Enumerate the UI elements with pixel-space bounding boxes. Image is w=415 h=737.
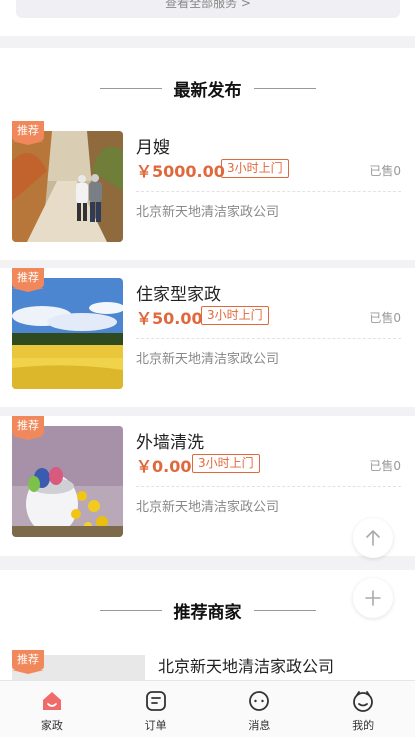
tab-messages[interactable]: 消息	[208, 681, 312, 737]
recommend-tag: 推荐	[12, 650, 44, 674]
home-icon	[42, 692, 61, 710]
view-all-services-button[interactable]: 查看全部服务 >	[16, 0, 400, 18]
tab-label: 订单	[144, 719, 167, 732]
tab-label: 消息	[248, 719, 271, 732]
listing-image	[12, 426, 123, 537]
merchants-section-header: 推荐商家	[0, 570, 415, 650]
sold-count: 已售0	[369, 459, 401, 473]
profile-icon	[353, 691, 374, 712]
merchant-name: 北京新天地清洁家政公司	[158, 657, 335, 676]
listing-title: 月嫂	[136, 138, 170, 158]
tab-label: 家政	[40, 719, 63, 732]
sold-count: 已售0	[369, 311, 401, 325]
divider-line	[253, 87, 316, 89]
arrival-time-badge: 3小时上门	[221, 159, 289, 178]
listing-image	[12, 278, 123, 389]
message-icon	[249, 691, 270, 711]
listing-card[interactable]: 推荐 月嫂 ￥5000.00 3小时上门 已售0 北京新天地清洁家政公司	[0, 121, 415, 260]
recommend-tag: 推荐	[12, 416, 44, 440]
plus-icon	[365, 590, 381, 606]
divider-line	[99, 87, 162, 89]
order-icon	[145, 691, 166, 711]
listing-price: ￥5000.00	[136, 162, 225, 181]
listing-company: 北京新天地清洁家政公司	[136, 352, 280, 367]
arrival-time-badge: 3小时上门	[201, 306, 269, 325]
latest-section-header: 最新发布	[0, 48, 415, 128]
listing-image	[12, 131, 123, 242]
listing-company: 北京新天地清洁家政公司	[136, 205, 280, 220]
merchants-section-title: 推荐商家	[173, 602, 242, 623]
dashed-divider	[136, 191, 401, 192]
latest-section-title: 最新发布	[173, 80, 242, 101]
add-button[interactable]	[353, 578, 393, 618]
sold-count: 已售0	[369, 164, 401, 178]
tab-label: 我的	[352, 719, 375, 732]
listing-price: ￥0.00	[136, 457, 192, 476]
dashed-divider	[136, 486, 401, 487]
divider-line	[99, 609, 162, 611]
tab-profile[interactable]: 我的	[311, 681, 415, 737]
listing-price: ￥50.00	[136, 309, 203, 328]
divider-line	[253, 609, 316, 611]
arrival-time-badge: 3小时上门	[192, 454, 260, 473]
listing-title: 住家型家政	[136, 285, 221, 305]
tab-home[interactable]: 家政	[0, 681, 104, 737]
recommend-tag: 推荐	[12, 121, 44, 145]
listing-title: 外墙清洗	[136, 433, 204, 453]
recommend-tag: 推荐	[12, 268, 44, 292]
bottom-tab-bar: 家政 订单 消息 我的	[0, 680, 415, 737]
dashed-divider	[136, 338, 401, 339]
services-strip: 查看全部服务 >	[0, 0, 415, 36]
back-to-top-button[interactable]	[353, 518, 393, 558]
arrow-up-icon	[366, 530, 380, 546]
listing-card[interactable]: 推荐 住家型家政 ￥50.00 3小时上门 已售0 北京新天地清洁家政公司	[0, 268, 415, 407]
listing-company: 北京新天地清洁家政公司	[136, 500, 280, 515]
tab-orders[interactable]: 订单	[104, 681, 208, 737]
